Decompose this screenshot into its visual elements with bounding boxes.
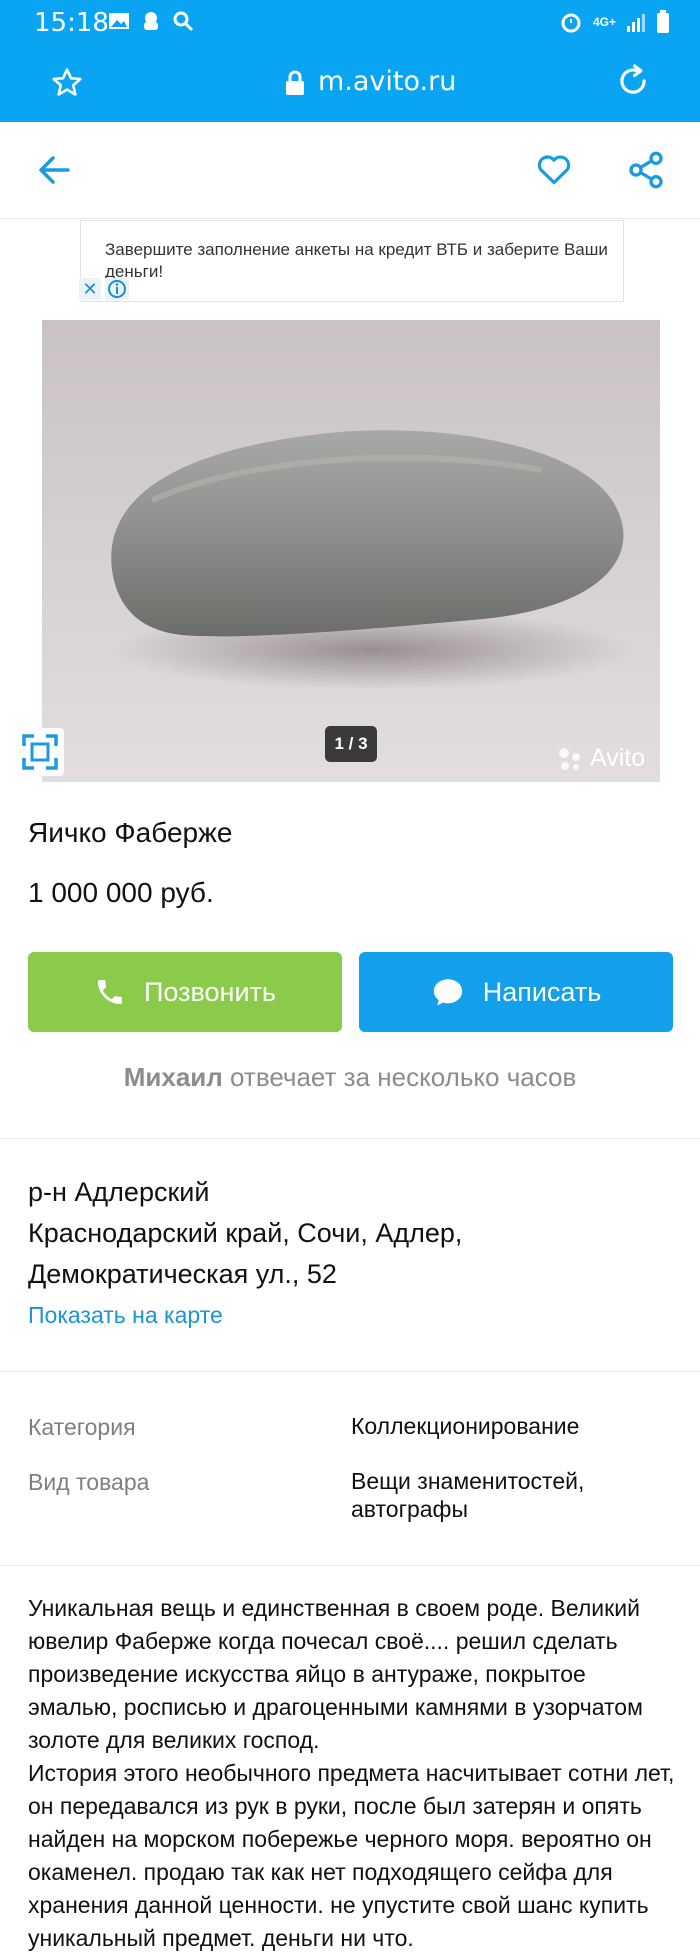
photo-counter: 1 / 3 <box>325 726 377 762</box>
reload-icon[interactable] <box>614 62 652 100</box>
divider <box>0 1565 700 1566</box>
gallery-icon <box>109 13 129 29</box>
address-line-2: Демократическая ул., 52 <box>28 1259 337 1289</box>
browser-url-bar: m.avito.ru <box>0 44 700 122</box>
fullscreen-icon <box>22 734 58 770</box>
seller-response-time: отвечает за несколько часов <box>230 1062 577 1092</box>
url-text[interactable]: m.avito.ru <box>318 66 456 97</box>
alarm-icon <box>561 13 581 33</box>
phone-icon <box>98 980 122 1004</box>
chat-bubble-icon <box>433 979 462 1006</box>
status-time: 15:18 <box>34 8 109 38</box>
address-district: р-н Адлерский <box>28 1177 210 1207</box>
fullscreen-button[interactable] <box>16 728 64 776</box>
lock-icon <box>286 70 304 95</box>
param-value-category: Коллекционирование <box>351 1413 580 1439</box>
write-button[interactable]: Написать <box>359 952 673 1032</box>
status-bar: 15:18 4G+ <box>0 0 700 44</box>
avito-watermark: Avito <box>556 744 645 773</box>
show-on-map-link[interactable]: Показать на карте <box>28 1302 223 1329</box>
ad-close-icon[interactable]: ✕ <box>79 278 101 300</box>
avito-logo-icon <box>559 747 580 770</box>
signal-icon <box>627 14 645 32</box>
item-title: Яичко Фаберже <box>28 817 233 848</box>
seller-info: Михаил отвечает за несколько часов <box>0 1062 700 1093</box>
divider <box>0 1138 700 1139</box>
bookmark-star-icon[interactable] <box>50 66 84 100</box>
description-paragraph-2: История этого необычного предмета насчит… <box>28 1760 675 1951</box>
param-label-type: Вид товара <box>28 1469 150 1495</box>
call-button[interactable]: Позвонить <box>28 952 342 1032</box>
item-price: 1 000 000 руб. <box>28 877 214 908</box>
call-button-label: Позвонить <box>144 976 276 1007</box>
back-arrow-icon[interactable] <box>36 153 72 187</box>
notification-icon <box>144 12 158 30</box>
ad-text[interactable]: Завершите заполнение анкеты на кредит ВТ… <box>105 239 623 283</box>
write-button-label: Написать <box>482 976 602 1007</box>
seller-name[interactable]: Михаил <box>124 1062 223 1092</box>
watermark-text: Avito <box>590 744 646 772</box>
network-type: 4G+ <box>592 15 616 29</box>
battery-icon <box>657 10 669 33</box>
ad-banner[interactable]: Завершите заполнение анкеты на кредит ВТ… <box>79 220 624 302</box>
app-toolbar <box>0 122 700 219</box>
description-paragraph-1: Уникальная вещь и единственная в своем р… <box>28 1595 643 1753</box>
param-value-type: Вещи знаменитостей, автографы <box>351 1468 585 1522</box>
item-photo[interactable] <box>42 320 660 782</box>
param-label-category: Категория <box>28 1414 136 1440</box>
address-line-1: Краснодарский край, Сочи, Адлер, <box>28 1218 463 1248</box>
divider <box>0 1371 700 1372</box>
item-description: Уникальная вещь и единственная в своем р… <box>28 1592 678 1955</box>
stone-egg-image <box>42 320 660 782</box>
ad-info-icon[interactable] <box>105 278 129 300</box>
search-status-icon <box>173 11 194 32</box>
favorite-heart-icon[interactable] <box>534 150 574 188</box>
share-icon[interactable] <box>626 150 666 190</box>
